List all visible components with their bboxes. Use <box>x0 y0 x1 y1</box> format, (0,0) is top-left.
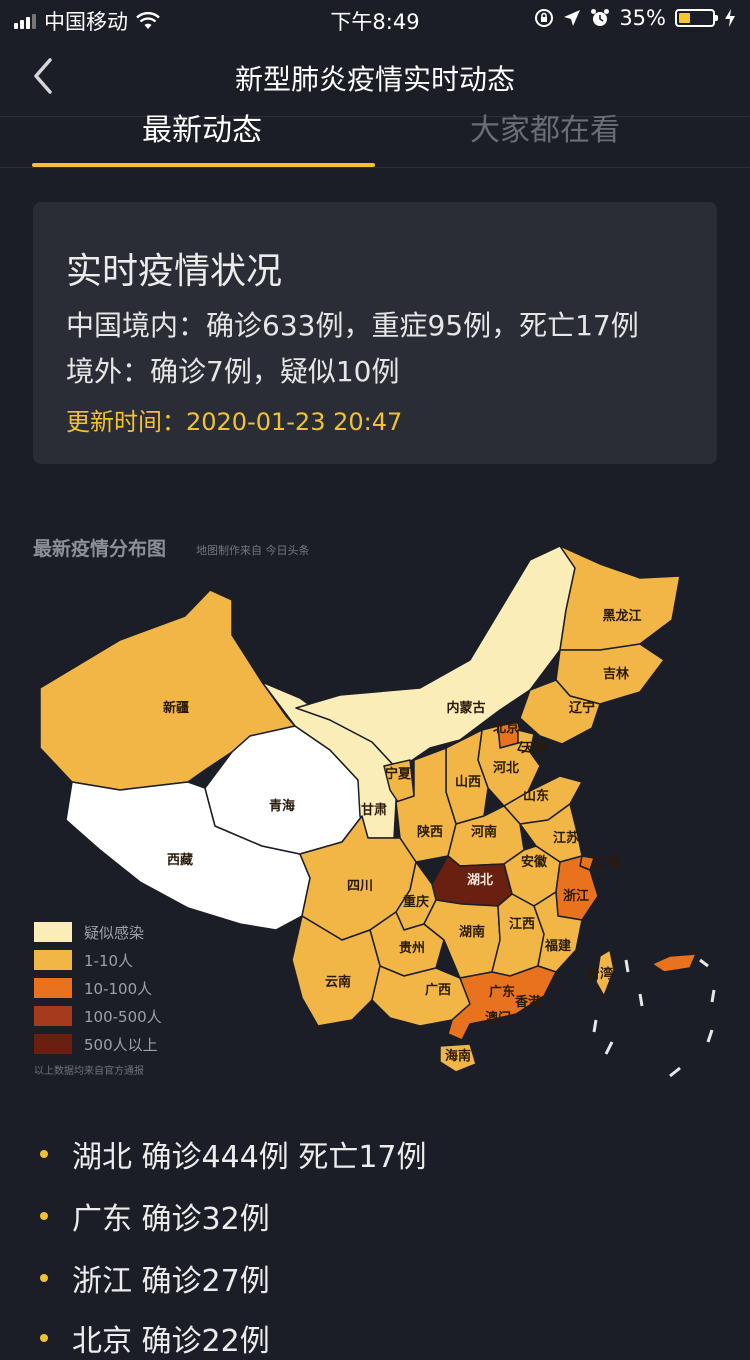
alarm-icon <box>591 9 610 26</box>
status-bar: 中国移动 下午8:49 35% <box>0 0 750 38</box>
label-guangxi: 广西 <box>425 982 451 998</box>
list-item[interactable]: 浙江 确诊27例 <box>40 1256 270 1300</box>
tab-bar: 最新动态 大家都在看 <box>0 116 750 168</box>
label-shanghai: 上海 <box>593 854 619 870</box>
map-legend: 疑似感染 1-10人 10-100人 100-500人 500人以上 <box>34 918 162 1058</box>
coast-notch <box>544 747 563 773</box>
page-title: 新型肺炎疫情实时动态 <box>234 63 515 96</box>
label-fujian: 福建 <box>544 938 571 954</box>
legend-item: 100-500人 <box>34 1002 162 1030</box>
label-xizang: 西藏 <box>167 852 193 868</box>
label-guizhou: 贵州 <box>399 940 425 956</box>
list-item[interactable]: 广东 确诊32例 <box>40 1194 270 1238</box>
legend-item: 500人以上 <box>34 1030 162 1058</box>
label-xianggang: 香港 <box>514 994 542 1010</box>
label-aomen: 澳门 <box>485 1010 511 1026</box>
update-time: 更新时间：2020-01-23 20:47 <box>66 408 403 436</box>
case-text: 北京 确诊22例 <box>72 1324 270 1359</box>
label-ningxia: 宁夏 <box>385 766 412 782</box>
legend-swatch <box>34 922 72 942</box>
label-shaanxi: 陕西 <box>417 824 443 840</box>
legend-label: 100-500人 <box>84 1007 162 1026</box>
label-hunan: 湖南 <box>459 924 485 940</box>
label-henan: 河南 <box>471 824 497 840</box>
label-beijing: 北京 <box>493 720 519 736</box>
legend-swatch <box>34 1034 72 1054</box>
legend-swatch <box>34 950 72 970</box>
legend-item: 疑似感染 <box>34 918 162 946</box>
legend-label: 1-10人 <box>84 951 134 970</box>
legend-swatch <box>34 1006 72 1026</box>
battery-percent: 35% <box>619 6 666 30</box>
region-heilongjiang[interactable] <box>559 545 681 651</box>
battery-icon <box>675 9 718 27</box>
bullet-icon <box>40 1334 48 1342</box>
case-text: 浙江 确诊27例 <box>72 1264 270 1299</box>
label-guangdong: 广东 <box>489 984 515 1000</box>
domestic-stats: 中国境内：确诊633例，重症95例，死亡17例 <box>66 309 639 342</box>
region-south-islands <box>651 953 697 973</box>
legend-item: 1-10人 <box>34 946 162 974</box>
label-jiangxi: 江西 <box>509 916 535 932</box>
label-taiwan: 台湾 <box>587 966 613 982</box>
label-xinjiang: 新疆 <box>163 700 189 716</box>
tab-popular[interactable]: 大家都在看 <box>375 116 715 146</box>
nav-bar: 新型肺炎疫情实时动态 <box>0 40 750 117</box>
label-liaoning: 辽宁 <box>569 700 595 716</box>
label-shanxi: 山西 <box>455 774 481 790</box>
label-tianjin: 天津 <box>521 740 547 756</box>
label-neimenggu: 内蒙古 <box>446 700 485 716</box>
list-item[interactable]: 湖北 确诊444例 死亡17例 <box>40 1132 427 1176</box>
legend-label: 疑似感染 <box>84 923 145 942</box>
label-yunnan: 云南 <box>325 974 351 990</box>
label-sichuan: 四川 <box>347 879 373 894</box>
map-note: 以上数据均来自官方通报 <box>34 1066 144 1077</box>
location-icon <box>564 10 581 26</box>
bullet-icon <box>40 1212 48 1220</box>
overseas-stats: 境外：确诊7例，疑似10例 <box>66 355 400 388</box>
legend-swatch <box>34 978 72 998</box>
bullet-icon <box>40 1150 48 1158</box>
status-right: 35% <box>534 6 736 30</box>
tabs-divider <box>0 167 750 168</box>
label-anhui: 安徽 <box>521 854 548 870</box>
tab-latest[interactable]: 最新动态 <box>32 116 372 146</box>
label-hebei: 河北 <box>493 760 519 776</box>
label-qinghai: 青海 <box>269 798 295 814</box>
summary-card: 实时疫情状况 中国境内：确诊633例，重症95例，死亡17例 境外：确诊7例，疑… <box>33 202 717 464</box>
legend-label: 500人以上 <box>84 1035 158 1054</box>
legend-label: 10-100人 <box>84 979 153 998</box>
card-title: 实时疫情状况 <box>66 251 283 292</box>
label-chongqing: 重庆 <box>403 894 429 910</box>
label-gansu: 甘肃 <box>361 802 387 818</box>
label-hubei: 湖北 <box>467 873 493 888</box>
label-hainan: 海南 <box>445 1048 471 1064</box>
case-text: 广东 确诊32例 <box>72 1202 270 1237</box>
orientation-lock-icon <box>535 9 554 27</box>
label-heilongjiang: 黑龙江 <box>602 608 641 624</box>
list-item[interactable]: 北京 确诊22例 <box>40 1316 270 1360</box>
label-zhejiang: 浙江 <box>563 888 589 904</box>
bullet-icon <box>40 1274 48 1282</box>
label-jiangsu: 江苏 <box>553 830 579 846</box>
label-jilin: 吉林 <box>603 666 629 682</box>
label-shandong: 山东 <box>523 788 549 804</box>
case-text: 湖北 确诊444例 死亡17例 <box>72 1140 427 1175</box>
legend-item: 10-100人 <box>34 974 162 1002</box>
charging-icon <box>725 9 735 27</box>
